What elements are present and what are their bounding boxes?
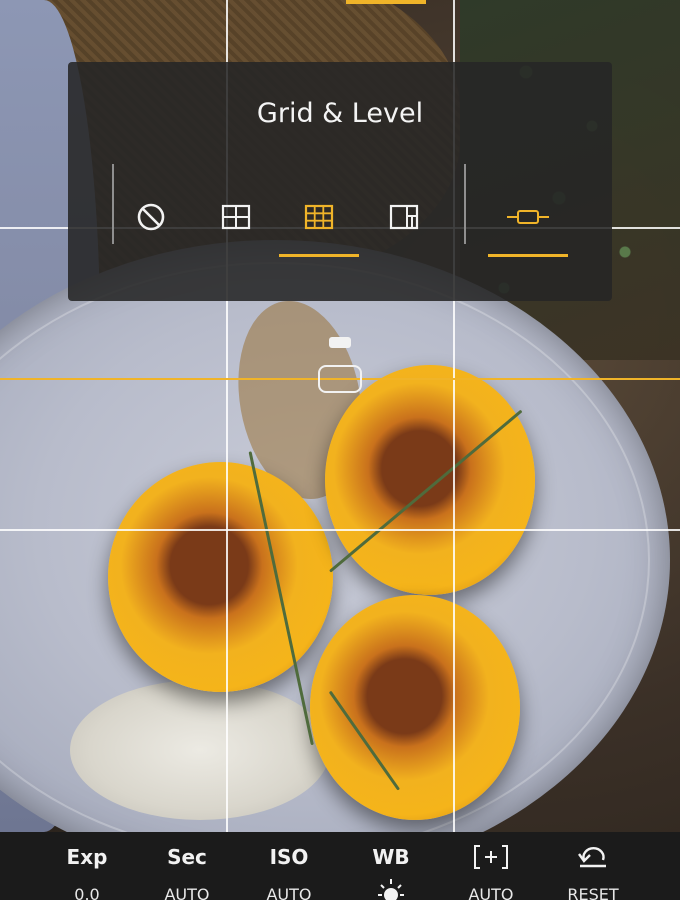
- white-balance-control[interactable]: WB: [341, 844, 441, 900]
- peach-half: [108, 462, 333, 692]
- no-grid-icon: [137, 203, 165, 231]
- reset-control[interactable]: RESET: [543, 844, 643, 900]
- divider: [112, 164, 114, 244]
- grid-3x3-option[interactable]: [291, 196, 347, 238]
- reset-arrow-icon: [578, 847, 606, 868]
- shutter-label: Sec: [167, 845, 207, 869]
- iso-value: AUTO: [266, 885, 312, 900]
- level-center-indicator: [318, 365, 362, 393]
- exposure-control[interactable]: Exp 0.0: [37, 844, 137, 900]
- camera-toolbar: Exp 0.0 Sec AUTO ISO AUTO WB AUTO RESET: [0, 832, 680, 900]
- white-balance-label: WB: [372, 845, 410, 869]
- grid-3x3-icon: [304, 204, 334, 230]
- focus-bracket-plus-icon: [474, 845, 508, 869]
- divider: [464, 164, 466, 244]
- shutter-speed-control[interactable]: Sec AUTO: [137, 844, 237, 900]
- reset-label: RESET: [567, 885, 619, 900]
- selected-grid-underline: [279, 254, 359, 257]
- grid-level-popup: Grid & Level: [68, 62, 612, 301]
- level-tick: [329, 337, 351, 348]
- exposure-value: 0.0: [74, 885, 100, 900]
- shutter-value: AUTO: [164, 885, 210, 900]
- grid-2x2-option[interactable]: [208, 196, 264, 238]
- top-indicator: [346, 0, 426, 4]
- focus-control[interactable]: AUTO: [441, 844, 541, 900]
- sun-icon: [378, 879, 404, 900]
- grid-golden-option[interactable]: [376, 196, 432, 238]
- golden-ratio-grid-icon: [389, 204, 419, 230]
- cream-dollop: [70, 680, 330, 820]
- grid-2x2-icon: [221, 204, 251, 230]
- grid-line-horizontal: [0, 529, 680, 531]
- grid-none-option[interactable]: [123, 196, 179, 238]
- peach-half: [325, 365, 535, 595]
- iso-control[interactable]: ISO AUTO: [239, 844, 339, 900]
- level-icon: [507, 210, 549, 224]
- exposure-label: Exp: [66, 845, 108, 869]
- iso-label: ISO: [269, 845, 309, 869]
- popup-title: Grid & Level: [256, 98, 424, 129]
- level-underline: [488, 254, 568, 257]
- focus-value: AUTO: [468, 885, 514, 900]
- level-toggle[interactable]: [500, 196, 556, 238]
